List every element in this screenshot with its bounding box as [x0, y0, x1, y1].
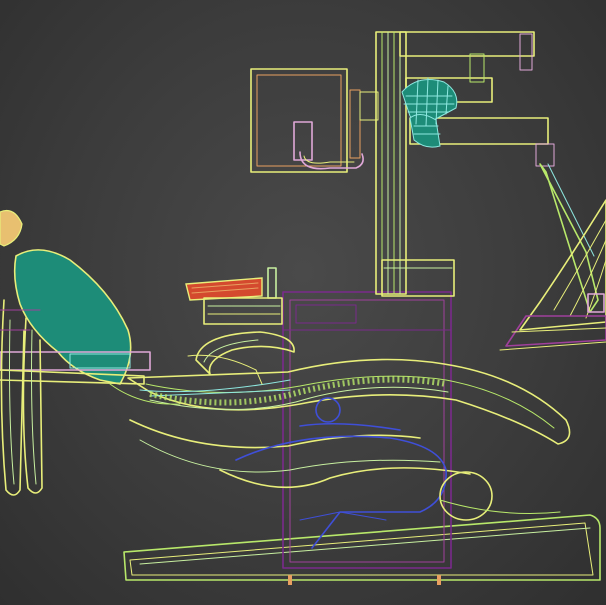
pedestal-column	[282, 291, 452, 569]
wireframe-scene	[0, 31, 606, 585]
instrument-tray	[185, 267, 283, 325]
hose-lines	[109, 354, 263, 405]
delivery-arm	[499, 163, 606, 351]
headrest	[0, 209, 151, 496]
3d-wireframe-viewport[interactable]	[0, 0, 606, 605]
spittoon-bowl	[195, 331, 295, 375]
chair-base	[123, 514, 601, 585]
lamp-pole	[375, 31, 555, 297]
monitor-frame	[250, 68, 379, 173]
